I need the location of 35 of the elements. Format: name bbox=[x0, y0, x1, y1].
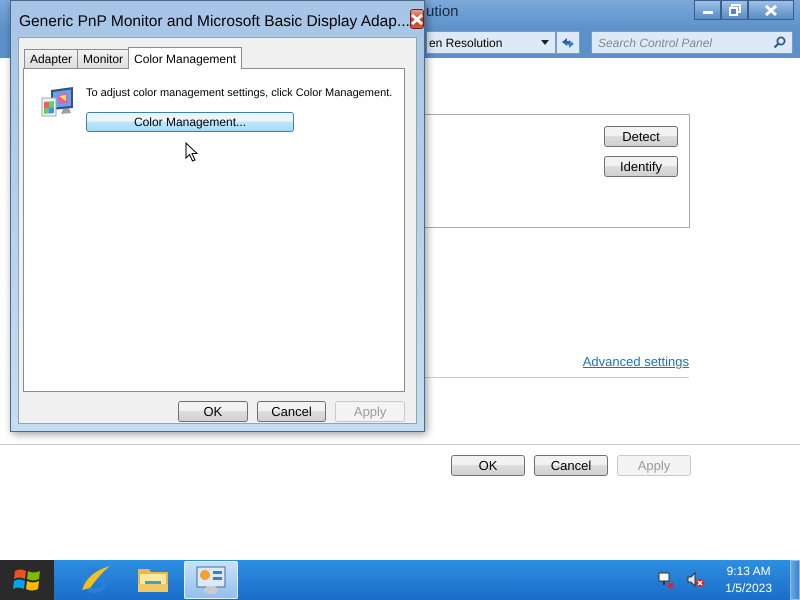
tab[interactable]: Color Management bbox=[128, 47, 242, 69]
description-text: To adjust color management settings, click Color Management. bbox=[86, 87, 392, 99]
clock-date: 1/5/2023 bbox=[725, 580, 772, 597]
search-field[interactable]: Search Control Panel bbox=[591, 31, 793, 54]
minimize-button[interactable] bbox=[694, 0, 721, 20]
tab[interactable]: Monitor bbox=[77, 49, 130, 68]
window-title: ution bbox=[426, 3, 459, 20]
display-button[interactable]: Detect bbox=[604, 126, 678, 147]
network-icon bbox=[657, 571, 676, 589]
dialog-button[interactable]: OK bbox=[451, 455, 525, 476]
close-icon bbox=[765, 4, 777, 16]
close-button[interactable] bbox=[410, 9, 424, 29]
color-monitor-icon bbox=[41, 86, 75, 119]
address-bar[interactable]: en Resolution bbox=[426, 31, 556, 54]
muted-speaker-icon bbox=[687, 571, 706, 589]
dialog-button[interactable]: OK bbox=[178, 401, 248, 422]
refresh-button[interactable] bbox=[556, 31, 580, 54]
dialog-button[interactable]: Cancel bbox=[256, 401, 326, 422]
dropdown-arrow-icon bbox=[541, 40, 549, 45]
display-button[interactable]: Identify bbox=[604, 156, 678, 177]
restore-button[interactable] bbox=[721, 0, 748, 20]
refresh-icon bbox=[561, 36, 575, 48]
tab[interactable]: Adapter bbox=[24, 49, 78, 68]
mouse-cursor-icon bbox=[185, 142, 199, 162]
close-icon bbox=[410, 14, 423, 24]
dialog-button[interactable]: Cancel bbox=[534, 455, 608, 476]
start-button[interactable] bbox=[0, 560, 54, 600]
advanced-settings-link[interactable]: Advanced settings bbox=[582, 354, 689, 369]
control-panel-taskbar-button[interactable] bbox=[184, 561, 238, 599]
restore-icon bbox=[728, 4, 740, 16]
dialog-title: Generic PnP Monitor and Microsoft Basic Display Adap... bbox=[19, 13, 410, 31]
clock-time: 9:13 AM bbox=[726, 563, 771, 580]
close-button[interactable] bbox=[748, 0, 794, 20]
color-management-button[interactable]: Color Management... bbox=[86, 112, 294, 132]
control-panel-icon bbox=[194, 565, 228, 595]
